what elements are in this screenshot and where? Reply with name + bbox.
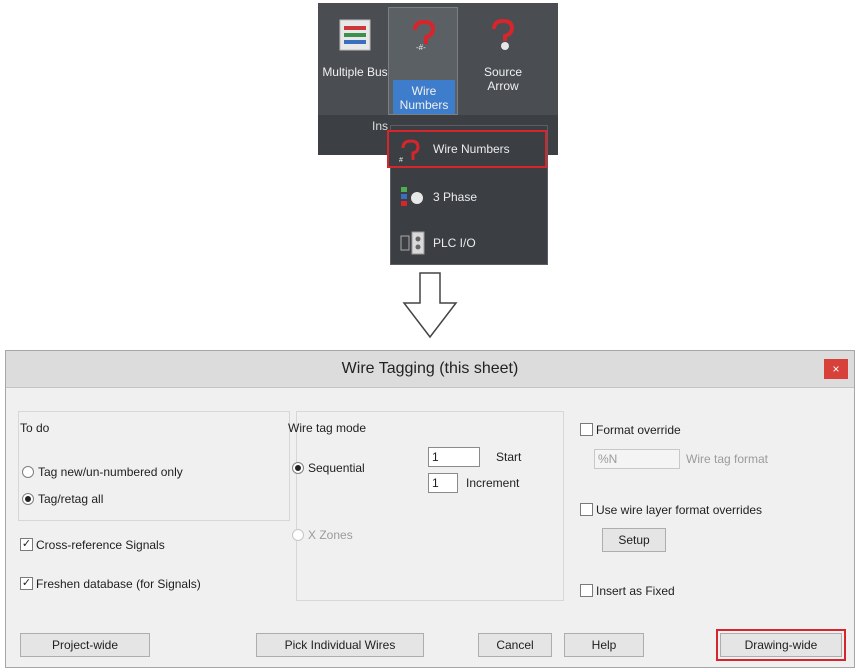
source-arrow-icon — [492, 18, 515, 50]
freshen-database-checkbox[interactable]: ✓ — [20, 577, 33, 590]
cancel-button[interactable]: Cancel — [478, 633, 552, 657]
start-value-field[interactable]: 1 — [428, 447, 480, 467]
svg-text:#: # — [399, 157, 403, 164]
tag-new-label[interactable]: Tag new/un-numbered only — [38, 465, 183, 479]
start-label: Start — [496, 450, 522, 464]
wire-tag-mode-heading: Wire tag mode — [288, 421, 367, 435]
wire-numbers-icon: # — [399, 139, 420, 164]
dropdown-item-wire-numbers[interactable]: # Wire Numbers — [387, 130, 547, 168]
wire-layer-overrides-checkbox[interactable] — [580, 503, 593, 516]
increment-value-field[interactable]: 1 — [428, 473, 458, 493]
wire-numbers-icon: -#- — [413, 19, 436, 52]
dialog-titlebar[interactable]: Wire Tagging (this sheet) × — [6, 351, 854, 388]
wire-tag-format-label: Wire tag format — [686, 452, 769, 466]
dropdown-item-3-phase[interactable]: 3 Phase — [391, 178, 547, 216]
sequential-label[interactable]: Sequential — [308, 461, 365, 475]
increment-label: Increment — [466, 476, 520, 490]
project-wide-button[interactable]: Project-wide — [20, 633, 150, 657]
wire-tagging-dialog: Wire Tagging (this sheet) × To do Tag ne… — [5, 350, 855, 668]
tag-retag-all-label[interactable]: Tag/retag all — [38, 492, 103, 506]
source-arrow-label: Source Arrow — [483, 65, 523, 93]
wire-layer-overrides-label[interactable]: Use wire layer format overrides — [596, 503, 762, 517]
multiple-bus-icon — [339, 19, 371, 51]
drawing-wide-button[interactable]: Drawing-wide — [716, 629, 846, 661]
dropdown-item-label: Wire Numbers — [433, 142, 510, 156]
insert-panel-label: Ins — [372, 119, 389, 133]
source-arrow-button[interactable]: Source Arrow — [468, 7, 538, 115]
multiple-bus-label: Multiple Bus — [322, 65, 388, 79]
close-button[interactable]: × — [824, 359, 848, 379]
tag-retag-all-radio[interactable] — [22, 493, 34, 505]
todo-heading: To do — [20, 421, 50, 435]
wire-tag-format-field[interactable]: %N — [594, 449, 680, 469]
cross-reference-label[interactable]: Cross-reference Signals — [36, 538, 165, 552]
ribbon-panel: Multiple Bus -#- Wire Numbers Source Arr… — [318, 3, 558, 268]
insert-as-fixed-label[interactable]: Insert as Fixed — [596, 584, 675, 598]
dropdown-item-label: PLC I/O — [433, 236, 476, 250]
x-zones-label[interactable]: X Zones — [308, 528, 353, 542]
plc-io-icon — [400, 231, 425, 255]
tag-new-radio[interactable] — [22, 466, 34, 478]
wire-numbers-button[interactable]: -#- Wire Numbers — [388, 7, 458, 115]
sequential-radio[interactable] — [292, 462, 304, 474]
freshen-database-label[interactable]: Freshen database (for Signals) — [36, 577, 201, 591]
dropdown-item-plc-io[interactable]: PLC I/O — [391, 224, 547, 262]
wire-tag-mode-group — [296, 411, 564, 601]
help-button[interactable]: Help — [564, 633, 644, 657]
format-override-checkbox[interactable] — [580, 423, 593, 436]
pick-individual-wires-button[interactable]: Pick Individual Wires — [256, 633, 424, 657]
multiple-bus-button[interactable]: Multiple Bus — [320, 7, 390, 115]
dropdown-item-label: 3 Phase — [433, 190, 478, 204]
format-override-label[interactable]: Format override — [596, 423, 681, 437]
x-zones-radio[interactable] — [292, 529, 304, 541]
three-phase-icon — [401, 187, 423, 206]
wire-numbers-label: Wire Numbers — [399, 84, 449, 112]
cross-reference-checkbox[interactable]: ✓ — [20, 538, 33, 551]
setup-button[interactable]: Setup — [602, 528, 666, 552]
wire-numbers-dropdown: # Wire Numbers 3 Phase PLC I/O — [387, 125, 548, 265]
svg-text:-#-: -#- — [416, 43, 426, 52]
dialog-title: Wire Tagging (this sheet) — [341, 360, 519, 377]
insert-as-fixed-checkbox[interactable] — [580, 584, 593, 597]
down-arrow-icon — [402, 272, 458, 339]
